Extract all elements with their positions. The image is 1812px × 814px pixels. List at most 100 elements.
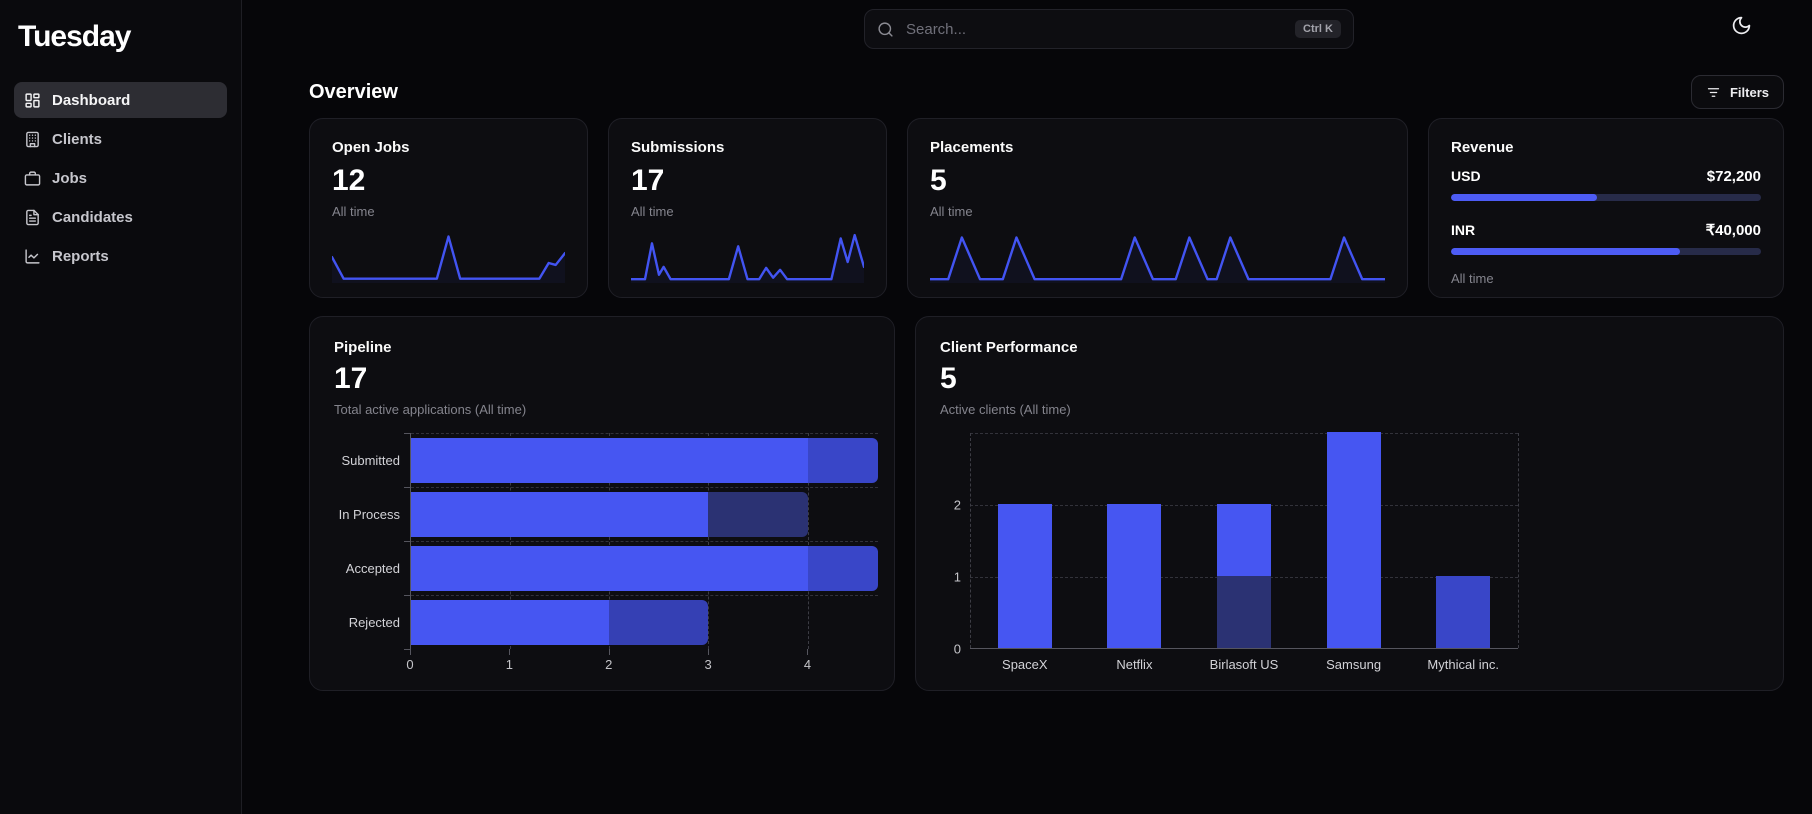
axis-tick <box>404 595 410 596</box>
client-category-label: Samsung <box>1326 657 1382 672</box>
axis-tick <box>608 649 610 655</box>
sidebar-item-label: Clients <box>52 130 103 148</box>
sidebar-item-clients[interactable]: Clients <box>14 121 227 157</box>
card-title: Submissions <box>631 139 725 156</box>
pipeline-bar-submitted <box>411 437 878 483</box>
pipeline-value: 17 <box>334 362 368 395</box>
axis-tick <box>404 487 410 488</box>
sparkline-chart <box>930 227 1385 283</box>
card-caption: All time <box>930 204 973 219</box>
axis-tick <box>509 649 511 655</box>
axis-tick-label: 2 <box>953 497 961 513</box>
placements-card: Placements 5 All time <box>907 118 1408 298</box>
axis-tick-label: 1 <box>505 657 513 672</box>
client-performance-chart: 0 1 2 SpaceX Netflix Birlasoft US Samsung Myth… <box>940 432 1759 672</box>
bar-segment <box>807 437 878 483</box>
bar-segment <box>609 599 709 645</box>
building-icon <box>24 131 41 148</box>
revenue-card-title: Revenue <box>1451 139 1514 156</box>
moon-icon <box>1731 15 1752 36</box>
card-value: 12 <box>332 164 366 197</box>
sidebar-item-label: Dashboard <box>52 91 131 109</box>
app-logo: Tuesday <box>18 20 132 53</box>
bar-segment <box>1436 576 1491 648</box>
sidebar-item-label: Reports <box>52 247 109 265</box>
axis-tick-label: 1 <box>953 569 961 585</box>
usd-progress-fill <box>1451 194 1597 201</box>
filters-button[interactable]: Filters <box>1690 75 1784 109</box>
client-category-label: Netflix <box>1116 657 1153 672</box>
sidebar-item-dashboard[interactable]: Dashboard <box>14 82 227 118</box>
bar-segment <box>411 545 808 591</box>
sidebar: Tuesday Dashboard Clients Jobs Candidates Re… <box>0 0 242 814</box>
page-header: Overview Filters <box>309 74 1784 110</box>
bar-segment <box>807 545 878 591</box>
gridline <box>970 433 971 648</box>
axis-tick-label: 4 <box>803 657 812 672</box>
axis-tick-label: 0 <box>406 657 414 672</box>
stats-row: Open Jobs 12 All time Submissions 17 All time… <box>309 118 1784 298</box>
client-performance-value: 5 <box>940 362 957 395</box>
page-title: Overview <box>309 80 398 103</box>
sidebar-item-jobs[interactable]: Jobs <box>14 160 227 196</box>
sidebar-item-label: Candidates <box>52 208 133 226</box>
card-caption: All time <box>631 204 674 219</box>
pipeline-value-axis: 0 1 2 3 4 <box>406 649 878 673</box>
main-area: Ctrl K Overview Filters Open Jobs12All t… <box>242 0 1812 814</box>
search-bar[interactable]: Ctrl K <box>864 9 1354 49</box>
client-bar-birlasoft-us <box>1217 504 1271 648</box>
document-icon <box>24 209 41 226</box>
sidebar-item-reports[interactable]: Reports <box>14 238 227 274</box>
charts-row: Pipeline 17 Total active applications (A… <box>309 316 1784 691</box>
axis-tick <box>404 541 410 542</box>
client-bar-netflix <box>1107 504 1162 648</box>
theme-toggle-button[interactable] <box>1729 13 1754 38</box>
pipeline-chart: Submitted In Process Accepted Rejected <box>334 433 878 650</box>
pipeline-category-label: Rejected <box>348 614 400 630</box>
bar-segment <box>411 491 709 537</box>
revenue-caption: All time <box>1451 271 1494 286</box>
client-category-label: Birlasoft US <box>1209 657 1279 672</box>
usd-progress-track <box>1451 194 1761 201</box>
client-performance-title: Client Performance <box>940 339 1078 356</box>
axis-tick-label: 2 <box>605 657 613 672</box>
pipeline-bar-rejected <box>411 599 709 645</box>
sparkline-chart <box>631 227 864 283</box>
axis-tick <box>410 649 411 655</box>
bar-segment <box>1326 432 1381 648</box>
bar-segment <box>1107 504 1162 648</box>
pipeline-bar-in-process <box>411 491 808 537</box>
pipeline-category-label: Accepted <box>345 560 400 576</box>
client-bar-samsung <box>1326 432 1381 648</box>
currency-amount-inr: ₹40,000 <box>1705 222 1761 239</box>
search-input[interactable] <box>904 19 1286 39</box>
gridline <box>1518 433 1519 648</box>
app-window: Tuesday Dashboard Clients Jobs Candidates Re… <box>0 0 1812 814</box>
pipeline-title: Pipeline <box>334 339 392 356</box>
pipeline-bar-accepted <box>411 545 878 591</box>
submissions-card: Submissions 17 All time <box>608 118 887 298</box>
search-icon <box>877 21 894 38</box>
bar-segment <box>1217 504 1271 576</box>
currency-amount-usd: $72,200 <box>1706 168 1761 185</box>
card-title: Placements <box>930 139 1014 156</box>
card-value: 5 <box>930 164 947 197</box>
pipeline-card: Pipeline 17 Total active applications (A… <box>309 316 895 691</box>
pipeline-row <box>411 595 878 649</box>
client-bar-mythical-inc <box>1436 576 1491 648</box>
currency-label-inr: INR <box>1451 222 1476 238</box>
inr-progress-fill <box>1451 248 1681 255</box>
bar-segment <box>708 491 808 537</box>
axis-tick-label: 3 <box>704 657 712 672</box>
gridline <box>970 433 1518 434</box>
sidebar-item-candidates[interactable]: Candidates <box>14 199 227 235</box>
topbar: Ctrl K <box>309 0 1784 56</box>
card-caption: All time <box>332 204 375 219</box>
search-shortcut-badge: Ctrl K <box>1295 20 1341 38</box>
pipeline-row <box>411 433 878 487</box>
card-value: 17 <box>631 164 665 197</box>
client-category-label: Mythical inc. <box>1427 657 1499 672</box>
bar-segment <box>1217 576 1271 648</box>
sidebar-nav: Dashboard Clients Jobs Candidates Reports <box>0 82 241 274</box>
pipeline-row <box>411 541 878 595</box>
